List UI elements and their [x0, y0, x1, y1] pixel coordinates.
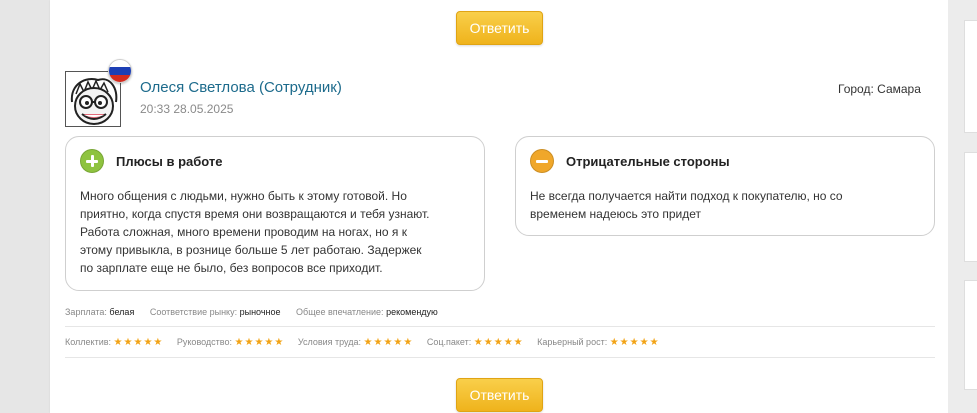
reply-button-top[interactable]: Ответить — [456, 11, 543, 45]
city-value: Самара — [877, 82, 921, 96]
cons-text: Не всегда получается найти подход к поку… — [530, 187, 843, 223]
author-name[interactable]: Олеся Светлова (Сотрудник) — [140, 79, 342, 96]
review-date: 20:33 28.05.2025 — [140, 102, 234, 116]
city-label: Город: — [838, 82, 874, 96]
star-rating: ★★★★★ — [234, 337, 285, 348]
cons-title: Отрицательные стороны — [566, 154, 730, 169]
plus-icon — [80, 149, 104, 173]
meta-impression: Общее впечатление: рекомендую — [296, 307, 438, 317]
pros-text: Много общения с людьми, нужно быть к это… — [80, 187, 429, 277]
rating-conditions: Условия труда: ★★★★★ — [297, 337, 414, 348]
star-rating: ★★★★★ — [363, 337, 414, 348]
pros-panel: Плюсы в работе Много общения с людьми, н… — [65, 136, 485, 291]
pros-line: по зарплате еще не было, без вопросов вс… — [80, 261, 383, 275]
minus-icon — [530, 149, 554, 173]
rating-social: Соц.пакет: ★★★★★ — [426, 337, 524, 348]
pros-line: приятно, когда спустя время они возвраща… — [80, 207, 430, 221]
rating-management: Руководство: ★★★★★ — [176, 337, 285, 348]
city-info: Город: Самара — [838, 82, 921, 96]
pros-title: Плюсы в работе — [116, 154, 223, 169]
rating-career: Карьерный рост: ★★★★★ — [537, 337, 660, 348]
cons-line: Не всегда получается найти подход к поку… — [530, 189, 843, 203]
divider — [65, 357, 935, 358]
meta-market: Соответствие рынку: рыночное — [149, 307, 281, 317]
pros-line: Много общения с людьми, нужно быть к это… — [80, 189, 407, 203]
review-meta: Зарплата: белая Соответствие рынку: рыно… — [65, 307, 451, 317]
star-rating: ★★★★★ — [609, 337, 660, 348]
cons-line: временем надеюсь это придет — [530, 207, 701, 221]
page-background-left — [0, 0, 50, 413]
rating-team: Коллектив: ★★★★★ — [65, 337, 164, 348]
star-rating: ★★★★★ — [473, 337, 524, 348]
ratings-row: Коллектив: ★★★★★ Руководство: ★★★★★ Усло… — [65, 337, 671, 348]
pros-line: этому привыкла, в рознице больше 5 лет р… — [80, 243, 422, 257]
star-rating: ★★★★★ — [113, 337, 164, 348]
divider — [65, 326, 935, 327]
pros-line: Работа сложная, много времени проводим н… — [80, 225, 407, 239]
russia-flag-icon — [108, 59, 132, 83]
right-sidebar-box — [964, 280, 977, 390]
reply-button-bottom[interactable]: Ответить — [456, 378, 543, 412]
cons-panel: Отрицательные стороны Не всегда получает… — [515, 136, 935, 236]
meta-salary: Зарплата: белая — [65, 307, 135, 317]
right-sidebar-box — [964, 20, 977, 133]
right-sidebar-box — [964, 152, 977, 262]
